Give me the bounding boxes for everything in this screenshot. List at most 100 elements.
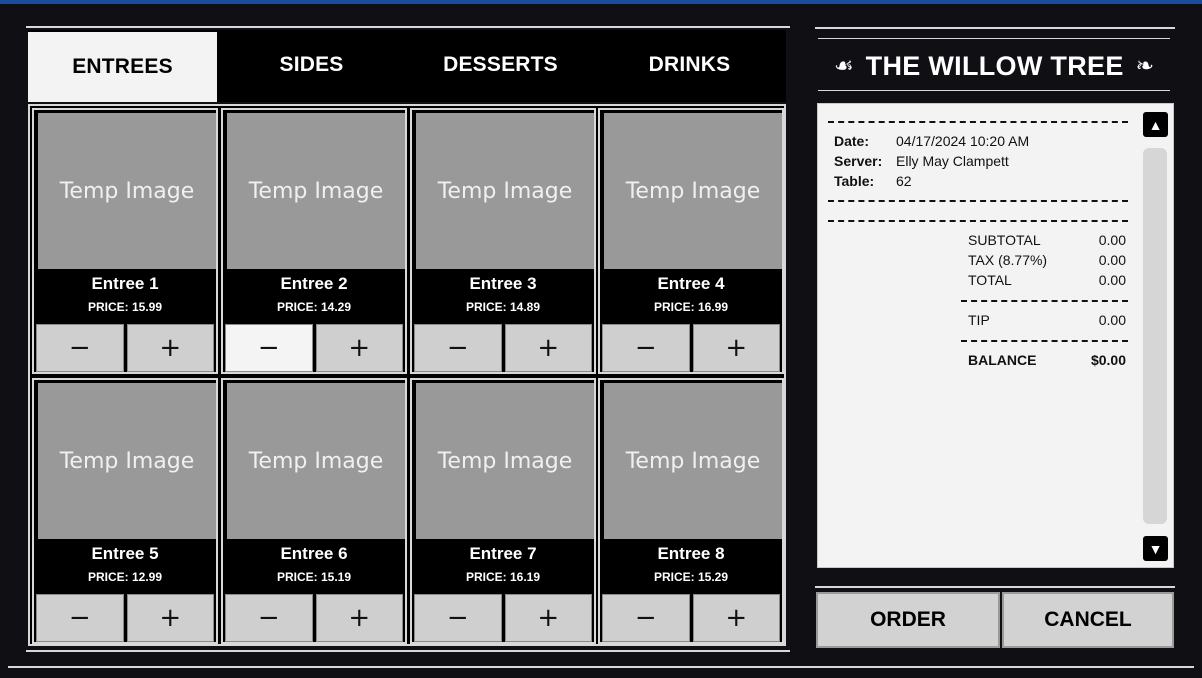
- increase-button[interactable]: +: [315, 594, 403, 642]
- receipt-scrollbar[interactable]: [1143, 148, 1167, 524]
- item-name: Entree 3: [469, 274, 537, 293]
- item-image-placeholder: Temp Image: [227, 383, 405, 539]
- restaurant-name: THE WILLOW TREE: [865, 50, 1124, 81]
- subtotal-value: 0.00: [1098, 232, 1126, 248]
- menu-item-card: Temp Image Entree 8 PRICE: 15.29 − +: [598, 378, 784, 644]
- item-price: PRICE: 14.29: [276, 300, 352, 314]
- quantity-stepper: − +: [414, 594, 592, 642]
- decrease-button[interactable]: −: [36, 594, 124, 642]
- decrease-button[interactable]: −: [225, 594, 313, 642]
- item-price: PRICE: 15.99: [87, 300, 163, 314]
- table-value: 62: [896, 173, 912, 189]
- ornament-right-icon: ❧: [1135, 53, 1155, 79]
- increase-button[interactable]: +: [504, 594, 592, 642]
- item-image-placeholder: Temp Image: [38, 113, 216, 269]
- item-image-placeholder: Temp Image: [38, 383, 216, 539]
- scroll-up-button[interactable]: ▲: [1143, 112, 1168, 137]
- decrease-button[interactable]: −: [602, 594, 690, 642]
- item-image-placeholder: Temp Image: [227, 113, 405, 269]
- item-price: PRICE: 16.99: [653, 300, 729, 314]
- window-top-accent: [0, 0, 1202, 4]
- tax-label: TAX (8.77%): [968, 252, 1048, 268]
- subtotal-label: SUBTOTAL: [968, 232, 1041, 248]
- item-price: PRICE: 15.29: [653, 570, 729, 584]
- receipt-divider: [961, 340, 1128, 342]
- tip-value: 0.00: [1098, 312, 1126, 328]
- balance-value: $0.00: [1090, 352, 1126, 368]
- frame-rule-bottom-left: [26, 650, 790, 652]
- item-price: PRICE: 12.99: [87, 570, 163, 584]
- quantity-stepper: − +: [36, 594, 214, 642]
- quantity-stepper: − +: [602, 594, 780, 642]
- title-rule-top: [818, 38, 1170, 39]
- item-name: Entree 2: [280, 274, 348, 293]
- frame-rule-top-right: [815, 27, 1175, 29]
- restaurant-header: ☙ THE WILLOW TREE ❧: [818, 42, 1170, 90]
- increase-button[interactable]: +: [692, 594, 780, 642]
- frame-rule-bottom: [8, 666, 1194, 668]
- balance-label: BALANCE: [968, 352, 1037, 368]
- category-tabs: ENTREES SIDES DESSERTS DRINKS: [28, 30, 786, 102]
- cancel-button[interactable]: CANCEL: [1002, 592, 1174, 648]
- menu-panel: ENTREES SIDES DESSERTS DRINKS Temp Image…: [28, 30, 786, 646]
- receipt-divider: [828, 200, 1128, 202]
- tab-desserts[interactable]: DESSERTS: [406, 30, 595, 100]
- item-name: Entree 8: [657, 544, 725, 563]
- menu-item-card: Temp Image Entree 1 PRICE: 15.99 − +: [32, 108, 218, 374]
- tab-entrees[interactable]: ENTREES: [28, 32, 217, 102]
- tab-sides[interactable]: SIDES: [217, 30, 406, 100]
- increase-button[interactable]: +: [315, 324, 403, 372]
- item-name: Entree 7: [469, 544, 537, 563]
- item-name: Entree 5: [91, 544, 159, 563]
- receipt-divider: [961, 300, 1128, 302]
- item-name: Entree 6: [280, 544, 348, 563]
- quantity-stepper: − +: [225, 594, 403, 642]
- increase-button[interactable]: +: [126, 324, 214, 372]
- item-image-placeholder: Temp Image: [416, 383, 594, 539]
- item-image-placeholder: Temp Image: [604, 113, 782, 269]
- order-receipt: Date: 04/17/2024 10:20 AM Server: Elly M…: [817, 103, 1174, 568]
- increase-button[interactable]: +: [126, 594, 214, 642]
- receipt-divider: [828, 220, 1128, 222]
- tab-drinks[interactable]: DRINKS: [595, 30, 784, 100]
- menu-item-card: Temp Image Entree 2 PRICE: 14.29 − +: [221, 108, 407, 374]
- menu-item-card: Temp Image Entree 4 PRICE: 16.99 − +: [598, 108, 784, 374]
- quantity-stepper: − +: [36, 324, 214, 372]
- quantity-stepper: − +: [414, 324, 592, 372]
- table-label: Table:: [834, 173, 875, 189]
- title-rule-bottom: [818, 90, 1170, 91]
- ornament-left-icon: ☙: [833, 53, 854, 79]
- quantity-stepper: − +: [225, 324, 403, 372]
- item-name: Entree 1: [91, 274, 159, 293]
- server-value: Elly May Clampett: [896, 153, 1009, 169]
- frame-rule-top-left: [26, 26, 790, 28]
- item-price: PRICE: 15.19: [276, 570, 352, 584]
- tax-value: 0.00: [1098, 252, 1126, 268]
- total-label: TOTAL: [968, 272, 1012, 288]
- total-value: 0.00: [1098, 272, 1126, 288]
- menu-item-card: Temp Image Entree 3 PRICE: 14.89 − +: [410, 108, 596, 374]
- item-name: Entree 4: [657, 274, 725, 293]
- decrease-button[interactable]: −: [36, 324, 124, 372]
- order-button[interactable]: ORDER: [816, 592, 1000, 648]
- menu-item-card: Temp Image Entree 6 PRICE: 15.19 − +: [221, 378, 407, 644]
- menu-item-card: Temp Image Entree 5 PRICE: 12.99 − +: [32, 378, 218, 644]
- item-price: PRICE: 16.19: [465, 570, 541, 584]
- increase-button[interactable]: +: [692, 324, 780, 372]
- decrease-button[interactable]: −: [225, 324, 313, 372]
- quantity-stepper: − +: [602, 324, 780, 372]
- menu-item-grid: Temp Image Entree 1 PRICE: 15.99 − + Tem…: [28, 104, 786, 646]
- increase-button[interactable]: +: [504, 324, 592, 372]
- receipt-divider: [828, 121, 1128, 123]
- item-price: PRICE: 14.89: [465, 300, 541, 314]
- decrease-button[interactable]: −: [414, 594, 502, 642]
- server-label: Server:: [834, 153, 883, 169]
- menu-item-card: Temp Image Entree 7 PRICE: 16.19 − +: [410, 378, 596, 644]
- decrease-button[interactable]: −: [414, 324, 502, 372]
- actions-rule: [815, 586, 1175, 588]
- item-image-placeholder: Temp Image: [604, 383, 782, 539]
- tip-label: TIP: [968, 312, 990, 328]
- item-image-placeholder: Temp Image: [416, 113, 594, 269]
- scroll-down-button[interactable]: ▼: [1143, 536, 1168, 561]
- decrease-button[interactable]: −: [602, 324, 690, 372]
